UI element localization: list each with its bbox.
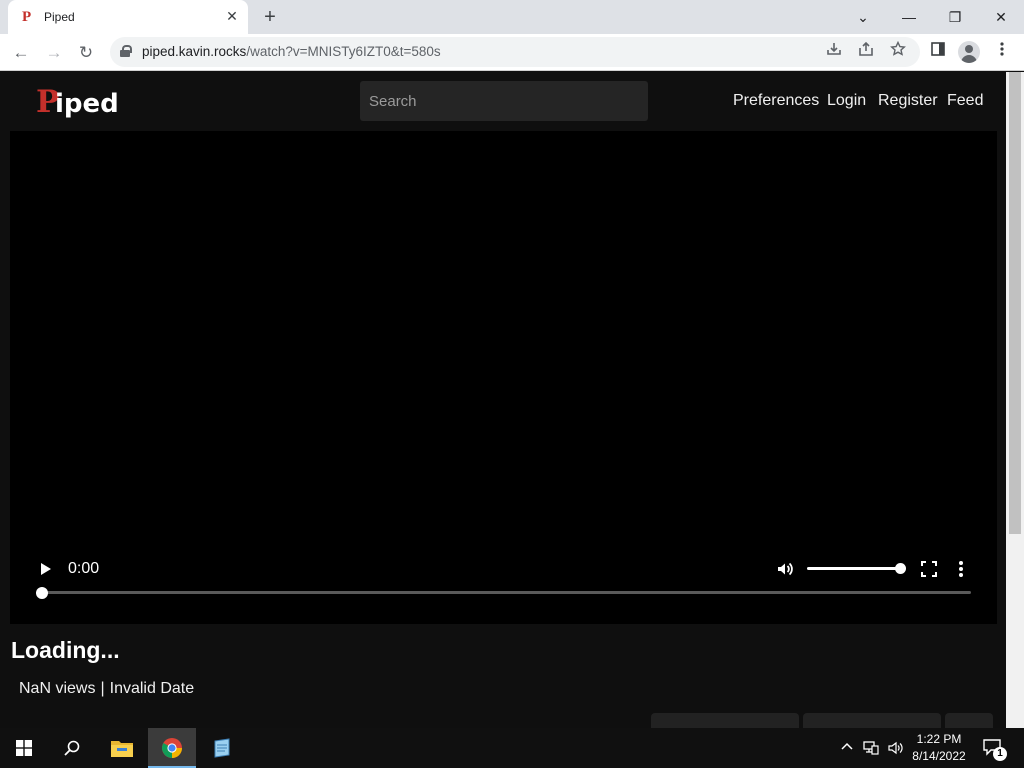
- nav-login[interactable]: Login: [827, 92, 866, 110]
- video-player[interactable]: 0:00: [10, 131, 997, 624]
- piped-page: P iped Preferences Login Register Feed 0…: [0, 72, 1006, 728]
- taskbar: 1:22 PM 8/14/2022 1: [0, 728, 1024, 768]
- subscribe-button[interactable]: [651, 713, 799, 728]
- video-meta: NaN views | Invalid Date: [19, 680, 194, 698]
- tab-search-button[interactable]: ⌄: [840, 0, 886, 34]
- seek-bar-knob[interactable]: [36, 587, 48, 599]
- search-input[interactable]: [360, 81, 648, 121]
- scrollbar-thumb[interactable]: [1009, 72, 1021, 534]
- player-more-options-icon[interactable]: [955, 559, 967, 579]
- clock-time: 1:22 PM: [916, 732, 962, 746]
- notification-count-badge: 1: [993, 747, 1007, 761]
- url-host: piped.kavin.rocks: [142, 44, 247, 59]
- nav-preferences[interactable]: Preferences: [733, 92, 819, 110]
- volume-icon[interactable]: [775, 559, 795, 579]
- lock-icon[interactable]: [120, 45, 132, 57]
- side-panel-icon[interactable]: [924, 39, 952, 67]
- url-path: /watch?v=MNISTy6IZT0&t=580s: [246, 44, 441, 59]
- speaker-icon[interactable]: [886, 740, 904, 756]
- nav-feed[interactable]: Feed: [947, 92, 983, 110]
- search-icon[interactable]: [48, 728, 96, 768]
- url-text[interactable]: piped.kavin.rocks/watch?v=MNISTy6IZT0&t=…: [142, 44, 441, 59]
- install-icon[interactable]: [822, 41, 846, 63]
- bookmark-star-icon[interactable]: [886, 40, 910, 63]
- notepad-icon[interactable]: [198, 728, 246, 768]
- back-button[interactable]: ←: [7, 39, 35, 67]
- tab-title: Piped: [44, 10, 75, 24]
- forward-button[interactable]: →: [40, 39, 68, 67]
- tab-close-icon[interactable]: ✕: [224, 8, 240, 24]
- play-icon[interactable]: [38, 559, 54, 579]
- network-icon[interactable]: [862, 740, 880, 756]
- nav-register[interactable]: Register: [878, 92, 938, 110]
- restore-button[interactable]: ❐: [932, 0, 978, 34]
- video-title: Loading...: [11, 637, 120, 663]
- watch-on-youtube-button[interactable]: [803, 713, 941, 728]
- tab-strip: P Piped ✕ + ⌄ — ❐ ✕: [0, 0, 1024, 34]
- browser-toolbar: ← → ↻ piped.kavin.rocks/watch?v=MNISTy6I…: [0, 34, 1024, 71]
- new-tab-button[interactable]: +: [258, 5, 282, 29]
- tray-chevron-up-icon[interactable]: [838, 740, 856, 756]
- address-bar[interactable]: piped.kavin.rocks/watch?v=MNISTy6IZT0&t=…: [110, 37, 920, 67]
- page-scrollbar[interactable]: [1006, 72, 1024, 728]
- chrome-icon[interactable]: [148, 728, 196, 768]
- piped-favicon-icon: P: [22, 9, 32, 25]
- action-button[interactable]: [945, 713, 993, 728]
- browser-menu-icon[interactable]: [988, 39, 1016, 67]
- file-explorer-icon[interactable]: [98, 728, 146, 768]
- view-count: NaN views: [19, 680, 96, 697]
- start-icon[interactable]: [0, 728, 48, 768]
- seek-bar[interactable]: [42, 591, 971, 594]
- upload-date: Invalid Date: [109, 680, 195, 697]
- profile-avatar-icon[interactable]: [958, 41, 980, 63]
- logo-text: iped: [55, 89, 119, 119]
- current-time: 0:00: [68, 560, 100, 577]
- reload-button[interactable]: ↻: [72, 39, 100, 67]
- volume-slider-knob[interactable]: [895, 563, 906, 574]
- minimize-button[interactable]: —: [886, 0, 932, 34]
- clock-date: 8/14/2022: [912, 749, 966, 763]
- share-icon[interactable]: [854, 41, 878, 63]
- taskbar-clock[interactable]: 1:22 PM 8/14/2022: [906, 731, 972, 765]
- close-window-button[interactable]: ✕: [978, 0, 1024, 34]
- volume-slider[interactable]: [807, 567, 899, 570]
- fullscreen-icon[interactable]: [920, 560, 938, 578]
- browser-tab[interactable]: P Piped ✕: [8, 0, 248, 34]
- meta-separator: |: [100, 680, 105, 697]
